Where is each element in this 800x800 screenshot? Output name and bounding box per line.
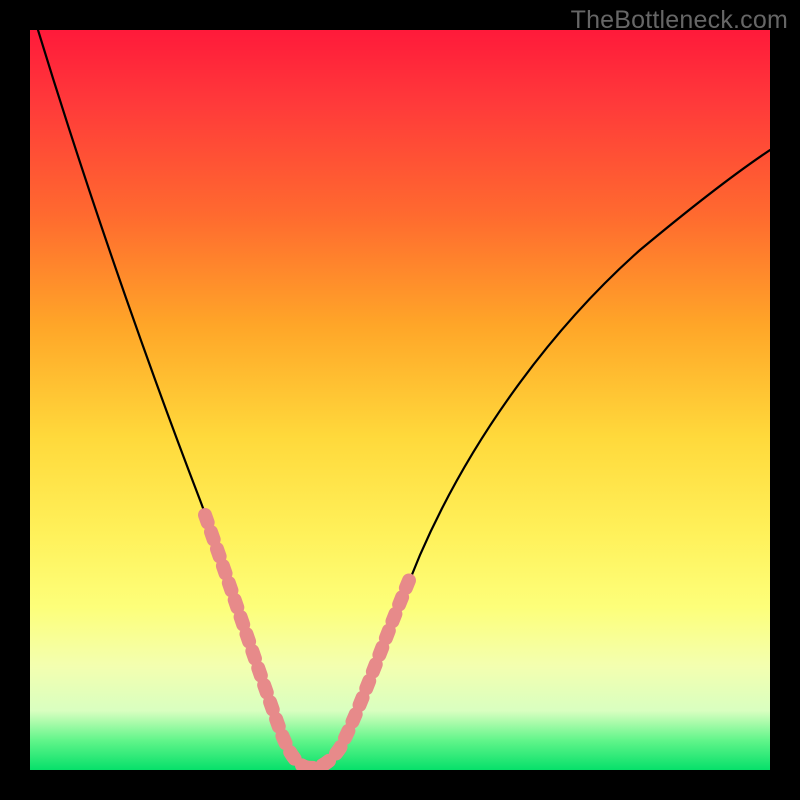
- curve-layer: [30, 30, 770, 770]
- highlight-band-left: [205, 515, 305, 767]
- outer-frame: TheBottleneck.com: [0, 0, 800, 800]
- plot-area: [30, 30, 770, 770]
- bottleneck-curve: [38, 30, 770, 768]
- highlight-band-right: [305, 578, 410, 768]
